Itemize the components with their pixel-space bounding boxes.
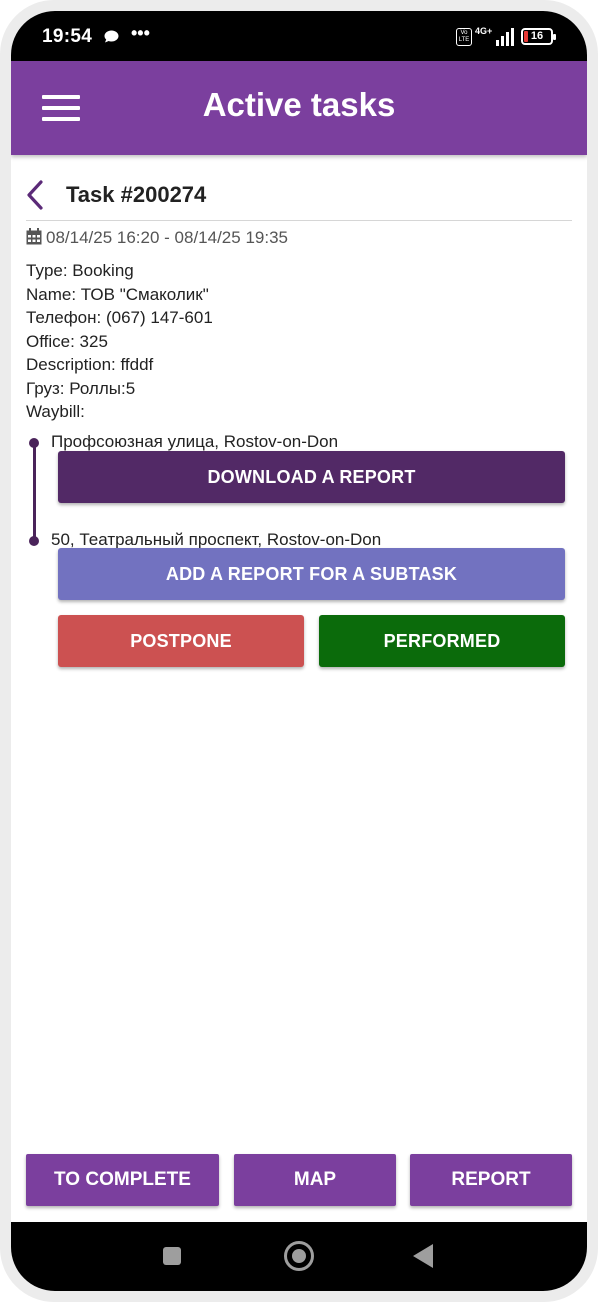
system-nav-bar xyxy=(11,1222,587,1291)
date-range-text: 08/14/25 16:20 - 08/14/25 19:35 xyxy=(46,228,288,247)
screen: 19:54 ••• Vo LTE 4G+ 16 Active tasks Tas… xyxy=(11,11,587,1291)
task-header: Task #200274 xyxy=(26,165,572,221)
task-phone: Телефон: (067) 147-601 xyxy=(26,308,213,327)
status-more-dots: ••• xyxy=(131,23,150,43)
task-title: Task #200274 xyxy=(66,182,207,207)
signal-icon xyxy=(496,28,514,46)
map-button[interactable]: MAP xyxy=(234,1154,396,1206)
route-end-dot xyxy=(29,536,39,546)
task-date-range: 08/14/25 16:20 - 08/14/25 19:35 xyxy=(26,228,288,248)
report-button[interactable]: REPORT xyxy=(410,1154,572,1206)
circle-icon[interactable] xyxy=(284,1241,314,1271)
postpone-button[interactable]: POSTPONE xyxy=(58,615,304,667)
volte-icon: Vo LTE xyxy=(456,28,472,46)
app-bar: Active tasks xyxy=(11,61,587,155)
to-complete-button[interactable]: TO COMPLETE xyxy=(26,1154,219,1206)
square-icon[interactable] xyxy=(163,1247,181,1265)
battery-icon: 16 xyxy=(521,28,556,45)
status-time: 19:54 xyxy=(42,26,93,47)
battery-percent: 16 xyxy=(530,30,544,42)
message-bubble-icon xyxy=(104,30,119,43)
calendar-icon xyxy=(26,228,42,245)
task-name: Name: ТОВ "Смаколик" xyxy=(26,284,209,304)
phone-frame: 19:54 ••• Vo LTE 4G+ 16 Active tasks Tas… xyxy=(0,0,598,1302)
task-info: Type: Booking Name: ТОВ "Смаколик" Телеф… xyxy=(26,259,213,424)
route-start-address: Профсоюзная улица, Rostov-on-Don xyxy=(51,432,339,451)
status-bar: 19:54 ••• Vo LTE 4G+ 16 xyxy=(11,11,587,61)
route-start-dot xyxy=(29,438,39,448)
task-waybill: Waybill: xyxy=(26,402,85,421)
network-type-label: 4G+ xyxy=(475,26,493,36)
performed-button[interactable]: PERFORMED xyxy=(319,615,565,667)
page-title: Active tasks xyxy=(202,86,396,123)
task-office: Office: 325 xyxy=(26,331,108,351)
battery-level xyxy=(524,31,528,42)
download-report-button[interactable]: DOWNLOAD A REPORT xyxy=(58,451,565,503)
chevron-left-icon[interactable] xyxy=(26,180,46,210)
task-description: Description: ffddf xyxy=(26,355,154,374)
task-type: Type: Booking xyxy=(26,261,134,280)
battery-tip xyxy=(553,34,556,40)
task-cargo: Груз: Роллы:5 xyxy=(26,378,136,398)
route-timeline-line xyxy=(33,441,36,538)
add-subtask-report-button[interactable]: ADD A REPORT FOR A SUBTASK xyxy=(58,548,565,600)
route-end-address: 50, Театральный проспект, Rostov-on-Don xyxy=(51,530,382,549)
triangle-back-icon[interactable] xyxy=(413,1244,433,1268)
